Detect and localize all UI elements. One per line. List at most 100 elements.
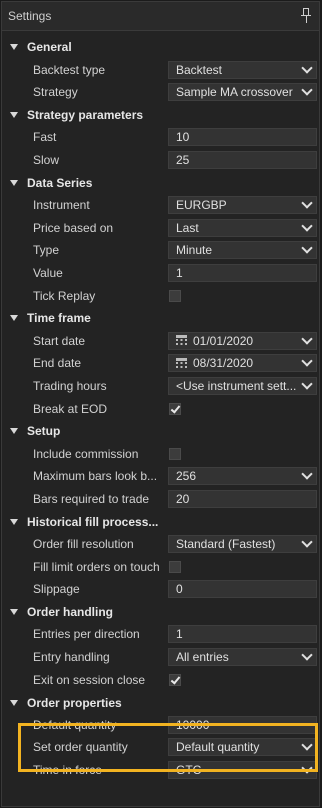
calendar-icon[interactable] (176, 357, 187, 369)
trading-hours-select[interactable]: <Use instrument sett... (168, 376, 317, 395)
collapse-triangle-icon[interactable] (10, 609, 18, 616)
row-max-bars-look-back: Maximum bars look b... 256 (2, 465, 319, 488)
start-date-picker[interactable]: 01/01/2020 (168, 331, 317, 350)
property-label: Tick Replay (33, 288, 96, 303)
collapse-triangle-icon[interactable] (10, 179, 18, 186)
property-label: Bars required to trade (33, 491, 150, 506)
exit-on-session-close-checkbox[interactable] (169, 673, 181, 686)
chevron-down-icon[interactable] (300, 378, 316, 394)
collapse-triangle-icon[interactable] (10, 315, 18, 322)
chevron-down-icon[interactable] (300, 333, 316, 349)
property-label: Exit on session close (33, 672, 146, 687)
value-input[interactable]: 1 (168, 263, 317, 282)
default-quantity-input[interactable]: 10000 (168, 715, 317, 734)
property-label: Set order quantity (33, 740, 128, 755)
max-bars-look-back-select[interactable]: 256 (168, 467, 317, 486)
type-select[interactable]: Minute (168, 241, 317, 260)
section-historical-fill[interactable]: Historical fill process... (2, 510, 319, 533)
row-type: Type Minute (2, 239, 319, 262)
row-end-date: End date 08/31/2020 (2, 352, 319, 375)
collapse-triangle-icon[interactable] (10, 699, 18, 706)
property-label: Backtest type (33, 62, 106, 77)
property-label: Value (33, 265, 63, 280)
input-value: 1 (176, 627, 183, 642)
collapse-triangle-icon[interactable] (10, 112, 18, 119)
select-value: Backtest (176, 62, 223, 77)
chevron-down-icon[interactable] (300, 355, 316, 371)
slow-input[interactable]: 25 (168, 150, 317, 169)
property-label: Fill limit orders on touch (33, 559, 160, 574)
set-order-quantity-select[interactable]: Default quantity (168, 738, 317, 757)
section-time-frame[interactable]: Time frame (2, 307, 319, 330)
panel-title: Settings (8, 9, 52, 23)
chevron-down-icon[interactable] (300, 197, 316, 213)
select-value: Default quantity (176, 740, 260, 755)
property-label: Fast (33, 130, 57, 145)
input-value: 10000 (176, 717, 210, 732)
chevron-down-icon[interactable] (300, 762, 316, 778)
property-label: Strategy (33, 85, 78, 100)
row-slippage: Slippage 0 (2, 578, 319, 601)
section-order-handling[interactable]: Order handling (2, 601, 319, 624)
property-label: End date (33, 356, 82, 371)
include-commission-checkbox[interactable] (169, 447, 181, 460)
order-fill-resolution-select[interactable]: Standard (Fastest) (168, 535, 317, 554)
end-date-picker[interactable]: 08/31/2020 (168, 354, 317, 373)
pin-icon[interactable] (301, 8, 311, 24)
tick-replay-checkbox[interactable] (169, 289, 181, 302)
strategy-select[interactable]: Sample MA crossover (168, 83, 317, 102)
section-title: Order handling (27, 605, 114, 620)
chevron-down-icon[interactable] (300, 242, 316, 258)
chevron-down-icon[interactable] (300, 84, 316, 100)
row-slow: Slow 25 (2, 149, 319, 172)
bars-required-input[interactable]: 20 (168, 489, 317, 508)
row-price-based-on: Price based on Last (2, 217, 319, 240)
select-value: EURGBP (176, 198, 227, 213)
section-title: Strategy parameters (27, 108, 144, 123)
property-label: Break at EOD (33, 401, 108, 416)
input-value: 0 (176, 582, 183, 597)
row-instrument: Instrument EURGBP (2, 194, 319, 217)
property-label: Price based on (33, 220, 114, 235)
backtest-type-select[interactable]: Backtest (168, 60, 317, 79)
section-data-series[interactable]: Data Series (2, 172, 319, 195)
instrument-select[interactable]: EURGBP (168, 196, 317, 215)
row-order-fill-resolution: Order fill resolution Standard (Fastest) (2, 533, 319, 556)
chevron-down-icon[interactable] (300, 468, 316, 484)
collapse-triangle-icon[interactable] (10, 518, 18, 525)
price-based-on-select[interactable]: Last (168, 218, 317, 237)
property-grid: General Backtest type Backtest Strategy … (2, 36, 319, 782)
chevron-down-icon[interactable] (300, 62, 316, 78)
select-value: Last (176, 220, 199, 235)
input-value: 10 (176, 130, 190, 145)
row-break-at-eod: Break at EOD (2, 398, 319, 421)
break-at-eod-checkbox[interactable] (169, 402, 181, 415)
section-general[interactable]: General (2, 36, 319, 59)
row-time-in-force: Time in force GTC (2, 759, 319, 782)
section-title: General (27, 40, 72, 55)
property-label: Time in force (33, 763, 102, 777)
entries-per-direction-input[interactable]: 1 (168, 625, 317, 644)
property-label: Order fill resolution (33, 537, 134, 552)
calendar-icon[interactable] (176, 335, 187, 347)
chevron-down-icon[interactable] (300, 739, 316, 755)
time-in-force-select[interactable]: GTC (168, 761, 317, 779)
property-label: Type (33, 243, 60, 258)
property-label: Default quantity (33, 717, 117, 732)
section-title: Historical fill process... (27, 514, 159, 529)
row-exit-on-session-close: Exit on session close (2, 669, 319, 692)
section-order-properties[interactable]: Order properties (2, 691, 319, 714)
collapse-triangle-icon[interactable] (10, 44, 18, 51)
section-strategy-parameters[interactable]: Strategy parameters (2, 104, 319, 127)
fast-input[interactable]: 10 (168, 128, 317, 147)
section-setup[interactable]: Setup (2, 420, 319, 443)
slippage-input[interactable]: 0 (168, 580, 317, 599)
chevron-down-icon[interactable] (300, 220, 316, 236)
section-title: Order properties (27, 695, 122, 710)
fill-limit-orders-checkbox[interactable] (169, 560, 181, 573)
collapse-triangle-icon[interactable] (10, 428, 18, 435)
row-set-order-quantity: Set order quantity Default quantity (2, 736, 319, 759)
chevron-down-icon[interactable] (300, 649, 316, 665)
chevron-down-icon[interactable] (300, 536, 316, 552)
entry-handling-select[interactable]: All entries (168, 648, 317, 667)
